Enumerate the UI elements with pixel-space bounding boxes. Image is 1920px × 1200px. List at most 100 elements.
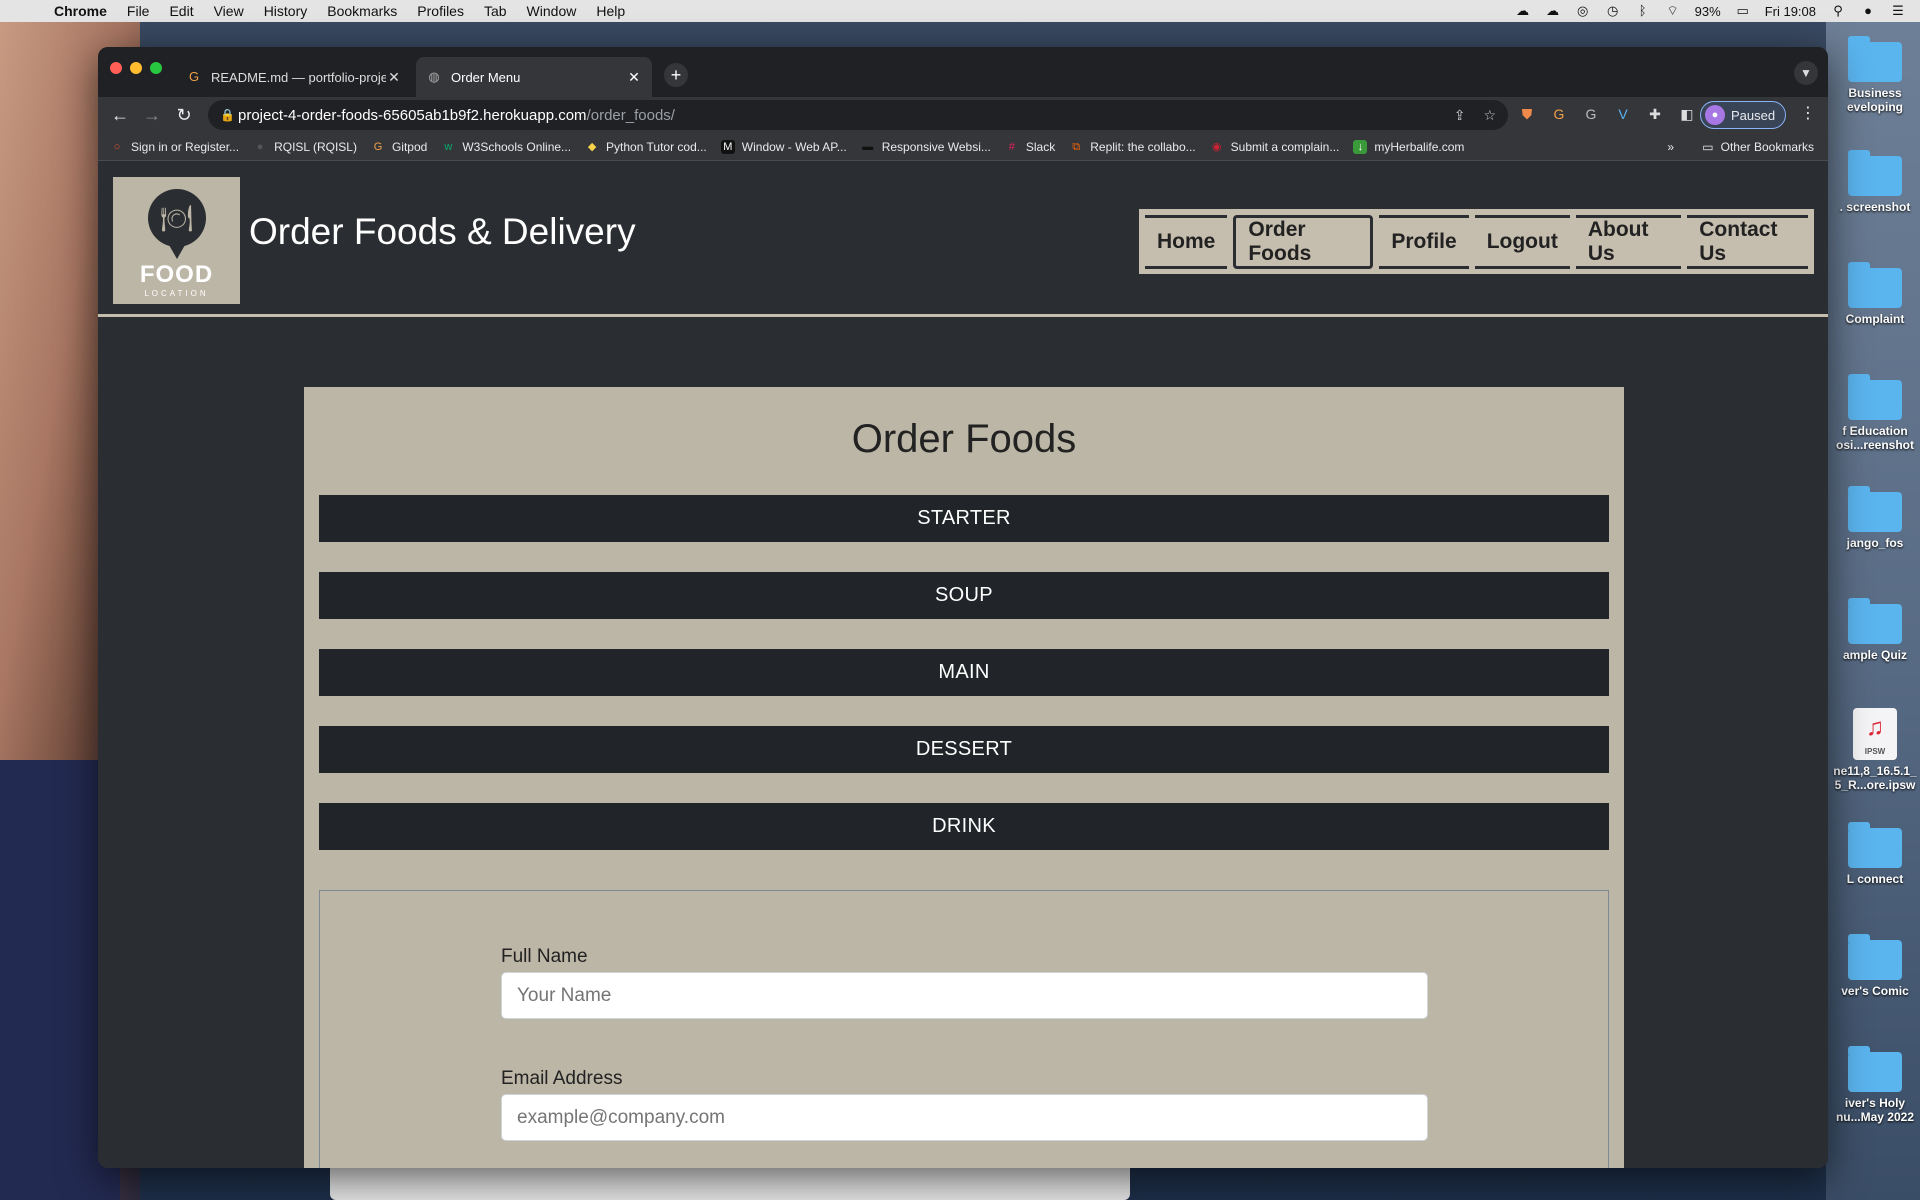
desktop-folder[interactable]: . screenshot: [1830, 150, 1920, 214]
bookmark-item[interactable]: ↓ myHerbalife.com: [1353, 139, 1464, 154]
menu-chrome[interactable]: Chrome: [54, 3, 107, 19]
close-window-button[interactable]: [110, 62, 122, 74]
share-icon[interactable]: ⇪: [1454, 107, 1466, 124]
menu-kebab-icon[interactable]: ⋮: [1800, 103, 1816, 123]
folder-icon: [1848, 822, 1902, 868]
desktop-folder[interactable]: ample Quiz: [1830, 598, 1920, 662]
siri-icon[interactable]: ●: [1860, 4, 1876, 18]
folder-icon: [1848, 598, 1902, 644]
bookmark-item[interactable]: w W3Schools Online...: [441, 140, 571, 154]
wifi-icon[interactable]: ⌔: [1665, 4, 1681, 18]
desktop-folder[interactable]: Business eveloping: [1830, 36, 1920, 114]
desktop-folder[interactable]: f Education osi...reenshot: [1830, 374, 1920, 452]
site-brand-title[interactable]: Order Foods & Delivery: [249, 211, 636, 253]
desktop-folder[interactable]: ver's Comic: [1830, 934, 1920, 998]
logo-title: FOOD: [139, 261, 214, 288]
bookmark-star-icon[interactable]: ☆: [1483, 107, 1496, 124]
desktop-folder[interactable]: Complaint: [1830, 262, 1920, 326]
other-bookmarks[interactable]: ▭ Other Bookmarks: [1702, 133, 1814, 161]
grammarly-extension-icon[interactable]: G: [1580, 103, 1602, 125]
bookmark-item[interactable]: # Slack: [1005, 140, 1055, 154]
desktop-icon-label: iver's Holy nu...May 2022: [1835, 1096, 1915, 1124]
nav-order-foods[interactable]: Order Foods: [1233, 214, 1374, 269]
full-name-input[interactable]: [501, 972, 1428, 1019]
category-dessert-button[interactable]: DESSERT: [319, 726, 1609, 773]
logo-subtitle: LOCATION: [144, 289, 209, 298]
bookmark-item[interactable]: G Gitpod: [371, 140, 428, 154]
creative-cloud-icon[interactable]: ☁: [1515, 4, 1531, 18]
minimize-window-button[interactable]: [130, 62, 142, 74]
herbalife-favicon-icon: ↓: [1353, 139, 1368, 154]
category-main-button[interactable]: MAIN: [319, 649, 1609, 696]
nav-profile[interactable]: Profile: [1379, 214, 1469, 269]
battery-percent[interactable]: 93%: [1695, 4, 1721, 19]
replit-favicon-icon: ⧉: [1072, 140, 1081, 153]
menu-view[interactable]: View: [214, 3, 244, 19]
site-header: 🍽 FOOD LOCATION Order Foods & Delivery H…: [98, 161, 1828, 317]
new-tab-button[interactable]: +: [664, 63, 688, 87]
close-tab-icon[interactable]: ✕: [626, 69, 642, 86]
battery-icon[interactable]: ▭: [1735, 4, 1751, 18]
side-panel-icon[interactable]: ◧: [1676, 103, 1698, 125]
site-logo[interactable]: 🍽 FOOD LOCATION: [113, 177, 240, 304]
email-input[interactable]: [501, 1094, 1428, 1141]
menu-edit[interactable]: Edit: [169, 3, 193, 19]
forward-arrow-icon[interactable]: →: [136, 105, 168, 126]
menu-profiles[interactable]: Profiles: [417, 3, 464, 19]
nav-about-us[interactable]: About Us: [1575, 214, 1682, 269]
address-bar[interactable]: 🔒 project-4-order-foods-65605ab1b9f2.her…: [208, 100, 1508, 130]
bluetooth-icon[interactable]: ᛒ: [1635, 4, 1651, 18]
bookmark-item[interactable]: ◉ Submit a complain...: [1210, 140, 1340, 154]
spotlight-search-icon[interactable]: ⚲: [1830, 4, 1846, 18]
more-bookmarks-chevron-icon[interactable]: »: [1667, 140, 1674, 154]
menu-history[interactable]: History: [264, 3, 308, 19]
cloud-sync-icon[interactable]: ☁: [1545, 4, 1561, 18]
category-soup-button[interactable]: SOUP: [319, 572, 1609, 619]
folder-icon: [1848, 150, 1902, 196]
page-title: Order Foods: [851, 417, 1077, 461]
control-center-icon[interactable]: ☰: [1890, 4, 1906, 18]
reload-icon[interactable]: ↻: [168, 105, 200, 126]
bookmark-label: Responsive Websi...: [881, 139, 991, 154]
avatar: ●: [1705, 105, 1725, 125]
extension-shield-icon[interactable]: ⛊: [1516, 103, 1538, 125]
desktop-folder[interactable]: iver's Holy nu...May 2022: [1830, 1046, 1920, 1124]
desktop-folder[interactable]: L connect: [1830, 822, 1920, 886]
lock-icon[interactable]: 🔒: [220, 108, 238, 122]
nav-home[interactable]: Home: [1145, 214, 1228, 269]
profile-button[interactable]: ● Paused: [1700, 101, 1787, 129]
bookmark-item[interactable]: ▬ Responsive Websi...: [861, 140, 991, 154]
gitpod-extension-icon[interactable]: G: [1548, 103, 1570, 125]
puzzle-extensions-icon[interactable]: ✚: [1644, 103, 1666, 125]
time-machine-icon[interactable]: ◷: [1605, 4, 1621, 18]
folder-icon: [1848, 36, 1902, 82]
desktop-icon-label: . screenshot: [1839, 200, 1911, 214]
menu-help[interactable]: Help: [596, 3, 625, 19]
accessibility-icon[interactable]: ◎: [1575, 4, 1591, 18]
bookmark-item[interactable]: ⧉ Replit: the collabo...: [1069, 140, 1195, 154]
menu-file[interactable]: File: [127, 3, 150, 19]
nav-contact-us[interactable]: Contact Us: [1687, 214, 1808, 269]
nav-logout[interactable]: Logout: [1474, 214, 1570, 269]
back-arrow-icon[interactable]: ←: [104, 105, 136, 126]
close-tab-icon[interactable]: ✕: [386, 69, 402, 86]
category-starter-button[interactable]: STARTER: [319, 495, 1609, 542]
bookmark-item[interactable]: ○ Sign in or Register...: [110, 140, 239, 154]
menu-window[interactable]: Window: [527, 3, 577, 19]
bookmark-item[interactable]: ◆ Python Tutor cod...: [585, 140, 707, 154]
bookmark-label: Sign in or Register...: [131, 139, 240, 154]
tab-search-chevron-icon[interactable]: ▼: [1794, 61, 1818, 85]
category-drink-button[interactable]: DRINK: [319, 803, 1609, 850]
menu-bookmarks[interactable]: Bookmarks: [327, 3, 397, 19]
menu-tab[interactable]: Tab: [484, 3, 507, 19]
tab-readme[interactable]: G README.md — portfolio-proje ✕: [176, 57, 412, 97]
desktop-folder[interactable]: jango_fos: [1830, 486, 1920, 550]
bookmark-item[interactable]: ● RQISL (RQISL): [253, 140, 357, 154]
zoom-window-button[interactable]: [150, 62, 162, 74]
menubar-clock[interactable]: Fri 19:08: [1765, 4, 1816, 19]
vimeo-extension-icon[interactable]: V: [1612, 103, 1634, 125]
tab-order-menu[interactable]: ◍ Order Menu ✕: [416, 57, 652, 97]
dash-favicon-icon: ▬: [862, 140, 874, 153]
desktop-ipsw-file[interactable]: ♫ IPSW ne11,8_16.5.1_ 5_R...ore.ipsw: [1830, 708, 1920, 792]
bookmark-item[interactable]: M Window - Web AP...: [720, 139, 847, 154]
